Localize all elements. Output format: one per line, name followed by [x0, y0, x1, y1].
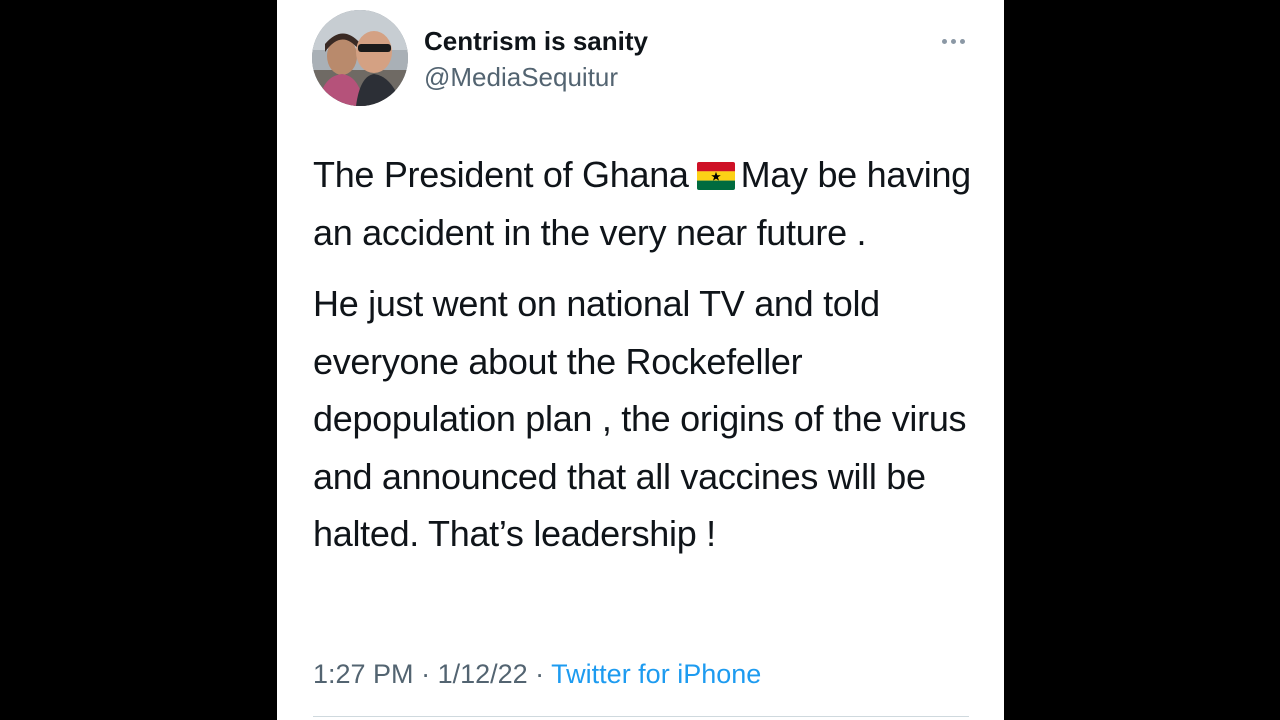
tweet-source-link[interactable]: Twitter for iPhone	[551, 659, 761, 689]
tweet-metadata: 1:27 PM · 1/12/22 · Twitter for iPhone	[313, 659, 761, 690]
avatar[interactable]	[312, 10, 408, 106]
meta-separator: ·	[413, 659, 438, 689]
ghana-flag-icon	[696, 162, 735, 190]
tweet-paragraph-2: He just went on national TV and told eve…	[313, 283, 967, 554]
tweet-time[interactable]: 1:27 PM	[313, 659, 414, 689]
author-display-name[interactable]: Centrism is sanity	[424, 26, 648, 57]
screenshot-stage: Centrism is sanity @MediaSequitur The Pr…	[0, 0, 1280, 720]
tweet-date[interactable]: 1/12/22	[438, 659, 528, 689]
tweet-text: The President of Ghana May be having an a…	[313, 146, 983, 563]
more-dot	[959, 38, 965, 44]
tweet-text-segment: The President of Ghana	[313, 154, 689, 195]
more-dot	[950, 38, 956, 44]
tweet-paragraph-1: The President of Ghana May be having an a…	[313, 146, 983, 261]
more-dot	[941, 38, 947, 44]
author-handle[interactable]: @MediaSequitur	[424, 62, 618, 93]
meta-separator: ·	[527, 659, 552, 689]
divider	[313, 716, 969, 717]
more-options-icon[interactable]	[934, 28, 972, 54]
tweet-card: Centrism is sanity @MediaSequitur The Pr…	[277, 0, 1004, 720]
avatar-photo	[312, 10, 408, 106]
